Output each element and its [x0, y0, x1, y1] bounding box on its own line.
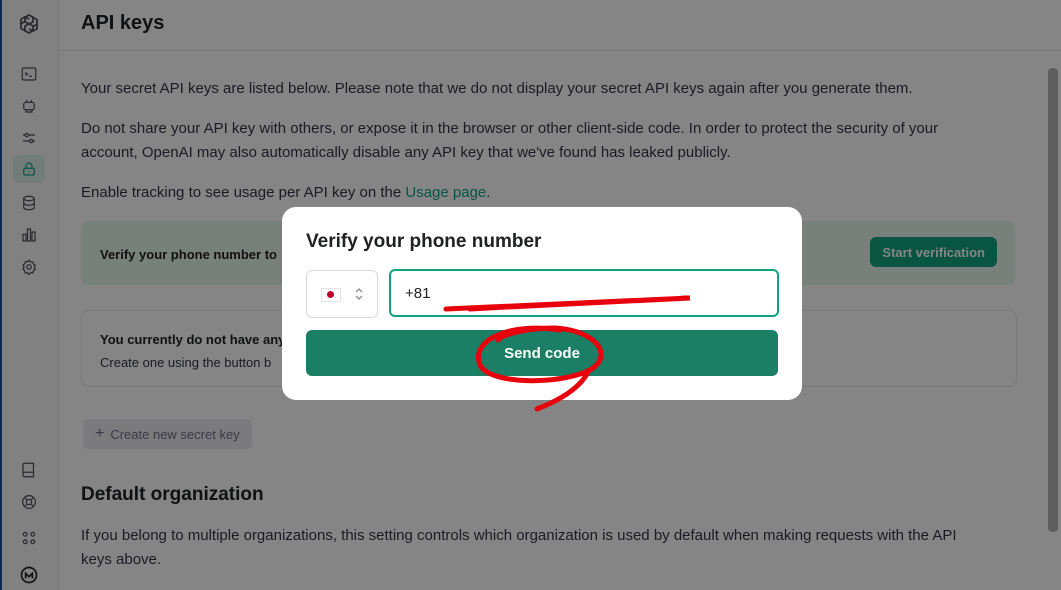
dialog-title: Verify your phone number	[306, 231, 542, 252]
japan-flag-icon	[321, 288, 341, 302]
send-code-button[interactable]: Send code	[306, 330, 778, 376]
phone-number-field[interactable]	[389, 269, 779, 317]
country-code-select[interactable]	[306, 270, 378, 318]
scrollbar[interactable]	[1048, 68, 1058, 532]
chevron-up-down-icon	[355, 288, 363, 300]
phone-number-input[interactable]	[391, 271, 765, 315]
verify-phone-dialog: Verify your phone number Send code	[282, 207, 802, 400]
